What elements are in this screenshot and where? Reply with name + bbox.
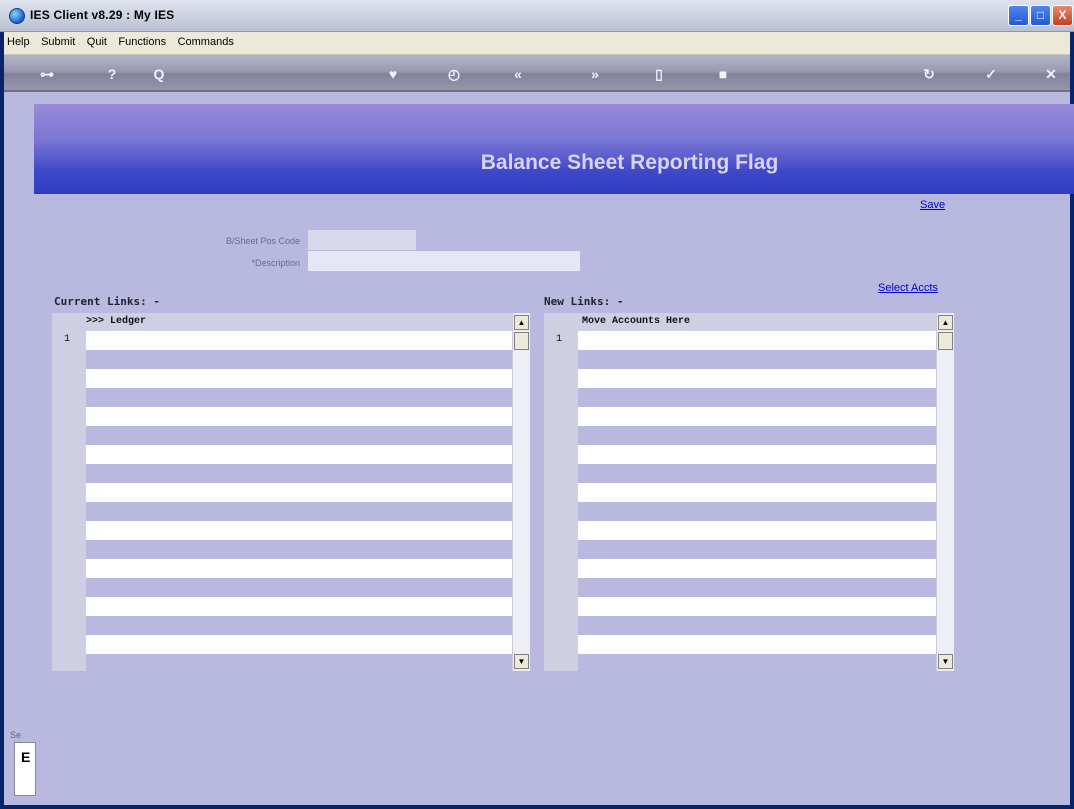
window-title: IES Client v8.29 : My IES xyxy=(30,8,175,22)
sidebar-box-text: E xyxy=(21,749,31,765)
grid-row[interactable] xyxy=(578,521,936,540)
grid-row[interactable] xyxy=(86,502,512,521)
grid-row[interactable] xyxy=(578,483,936,502)
grid-row[interactable] xyxy=(578,426,936,445)
minimize-button[interactable]: _ xyxy=(1008,5,1029,26)
row-number: 1 xyxy=(63,334,70,345)
ok-icon[interactable]: ✓ xyxy=(982,65,1000,83)
grid-row[interactable] xyxy=(86,521,512,540)
save-link[interactable]: Save xyxy=(920,199,945,211)
description-label: *Description xyxy=(251,258,300,268)
grid-row[interactable] xyxy=(86,578,512,597)
sidebar-label: Se xyxy=(10,730,22,740)
current-links-grid: >>> Ledger 1 ▲ ▼ xyxy=(52,313,530,673)
grid-row[interactable] xyxy=(578,445,936,464)
app-window: IES Client v8.29 : My IES _ □ X Help Sub… xyxy=(0,0,1074,809)
menu-bar: Help Submit Quit Functions Commands xyxy=(4,32,1070,55)
sidebar-panel[interactable]: E xyxy=(14,742,36,796)
close-icon[interactable]: ✕ xyxy=(1042,65,1060,83)
scroll-up-button[interactable]: ▲ xyxy=(514,315,529,330)
close-window-button[interactable]: X xyxy=(1052,5,1073,26)
main-content: Balance Sheet Reporting Flag Save B/Shee… xyxy=(4,92,1074,805)
search-icon[interactable]: Q xyxy=(150,65,168,83)
grid-row[interactable] xyxy=(86,331,512,350)
row-number: 1 xyxy=(555,334,562,345)
scroll-up-button[interactable]: ▲ xyxy=(938,315,953,330)
grid-row[interactable] xyxy=(86,597,512,616)
new-links-header: Move Accounts Here xyxy=(582,316,691,327)
grid-row[interactable] xyxy=(86,616,512,635)
grid-row[interactable] xyxy=(578,388,936,407)
new-links-label: New Links: - xyxy=(544,295,624,308)
next-icon[interactable]: » xyxy=(586,65,604,83)
grid-row[interactable] xyxy=(578,578,936,597)
grid-row[interactable] xyxy=(86,540,512,559)
current-links-label: Current Links: - xyxy=(54,295,160,308)
scroll-thumb[interactable] xyxy=(514,332,529,350)
scroll-down-button[interactable]: ▼ xyxy=(938,654,953,669)
menu-help[interactable]: Help xyxy=(4,32,34,48)
description-input[interactable] xyxy=(308,251,580,271)
grid-row[interactable] xyxy=(86,483,512,502)
new-links-scrollbar[interactable]: ▲ ▼ xyxy=(936,313,954,671)
grid-row[interactable] xyxy=(86,369,512,388)
refresh-icon[interactable]: ↻ xyxy=(920,65,938,83)
grid-row[interactable] xyxy=(578,369,936,388)
document-icon[interactable]: ▯ xyxy=(650,65,668,83)
grid-row[interactable] xyxy=(578,654,936,673)
grid-row[interactable] xyxy=(86,407,512,426)
grid-row[interactable] xyxy=(578,597,936,616)
page-title: Balance Sheet Reporting Flag xyxy=(480,151,779,174)
page-banner: Balance Sheet Reporting Flag xyxy=(34,104,1074,194)
grid-row[interactable] xyxy=(578,540,936,559)
grid-row[interactable] xyxy=(578,559,936,578)
code-input[interactable] xyxy=(308,230,416,250)
stop-icon[interactable]: ■ xyxy=(714,65,732,83)
back-key-icon[interactable]: ⊶ xyxy=(32,65,62,83)
menu-quit[interactable]: Quit xyxy=(84,32,111,48)
grid-row[interactable] xyxy=(86,635,512,654)
previous-icon[interactable]: « xyxy=(509,65,527,83)
menu-commands[interactable]: Commands xyxy=(175,32,238,48)
help-icon[interactable]: ? xyxy=(104,65,120,83)
row-number-column: 1 xyxy=(52,331,86,671)
grid-row[interactable] xyxy=(86,388,512,407)
grid-row[interactable] xyxy=(578,350,936,369)
scroll-thumb[interactable] xyxy=(938,332,953,350)
new-links-grid: Move Accounts Here 1 ▲ ▼ xyxy=(544,313,954,673)
code-label: B/Sheet Pos Code xyxy=(225,236,300,246)
row-number-column: 1 xyxy=(544,331,578,671)
grid-row[interactable] xyxy=(578,464,936,483)
maximize-button[interactable]: □ xyxy=(1030,5,1051,26)
grid-row[interactable] xyxy=(578,407,936,426)
grid-row[interactable] xyxy=(86,426,512,445)
ie-app-icon xyxy=(9,8,25,24)
toolbar: ⊶ ? Q ♥ ◴ « » ▯ ■ ↻ ✓ ✕ xyxy=(4,55,1070,92)
clock-icon[interactable]: ◴ xyxy=(445,65,463,83)
grid-row[interactable] xyxy=(86,559,512,578)
current-links-scrollbar[interactable]: ▲ ▼ xyxy=(512,313,530,671)
scroll-down-button[interactable]: ▼ xyxy=(514,654,529,669)
grid-row[interactable] xyxy=(86,350,512,369)
select-accts-link[interactable]: Select Accts xyxy=(878,282,938,294)
current-links-header: >>> Ledger xyxy=(86,316,147,327)
title-bar: IES Client v8.29 : My IES _ □ X xyxy=(0,0,1074,32)
menu-functions[interactable]: Functions xyxy=(115,32,170,48)
grid-row[interactable] xyxy=(86,445,512,464)
heart-icon[interactable]: ♥ xyxy=(384,65,402,83)
grid-row[interactable] xyxy=(86,654,512,673)
grid-row[interactable] xyxy=(86,464,512,483)
menu-submit[interactable]: Submit xyxy=(38,32,79,48)
grid-row[interactable] xyxy=(578,635,936,654)
grid-row[interactable] xyxy=(578,616,936,635)
grid-row[interactable] xyxy=(578,502,936,521)
grid-row[interactable] xyxy=(578,331,936,350)
